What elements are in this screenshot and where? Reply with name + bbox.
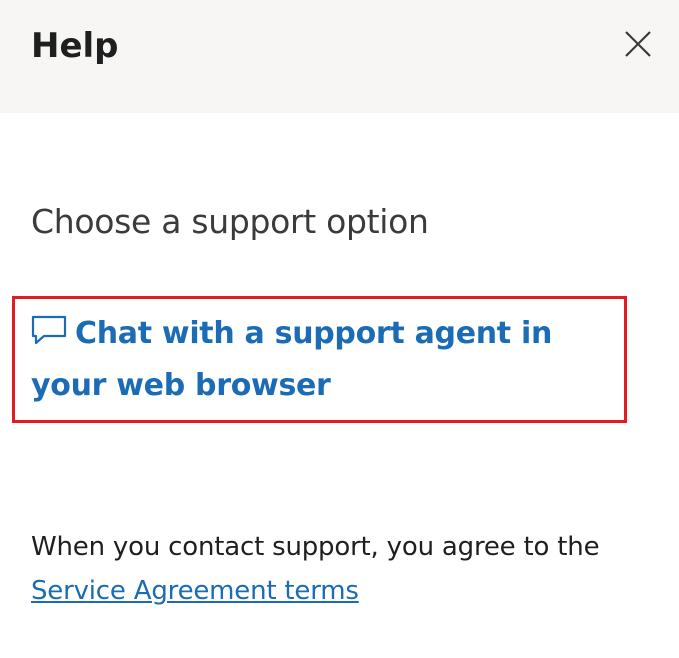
panel-title: Help — [31, 26, 119, 66]
chat-with-agent-link[interactable]: Chat with a support agent in your web br… — [31, 308, 619, 412]
panel-header: Help — [0, 0, 679, 113]
service-agreement-link[interactable]: Service Agreement terms — [31, 576, 359, 606]
support-options-heading: Choose a support option — [31, 202, 429, 241]
chat-with-agent-label: Chat with a support agent in your web br… — [31, 316, 553, 403]
support-terms-notice: When you contact support, you agree to t… — [31, 525, 661, 613]
chat-bubble-icon — [31, 315, 67, 345]
help-panel: Help Choose a support option Chat with a… — [0, 0, 679, 658]
close-button[interactable] — [612, 22, 662, 66]
close-icon — [612, 22, 662, 66]
terms-notice-text: When you contact support, you agree to t… — [31, 532, 600, 562]
